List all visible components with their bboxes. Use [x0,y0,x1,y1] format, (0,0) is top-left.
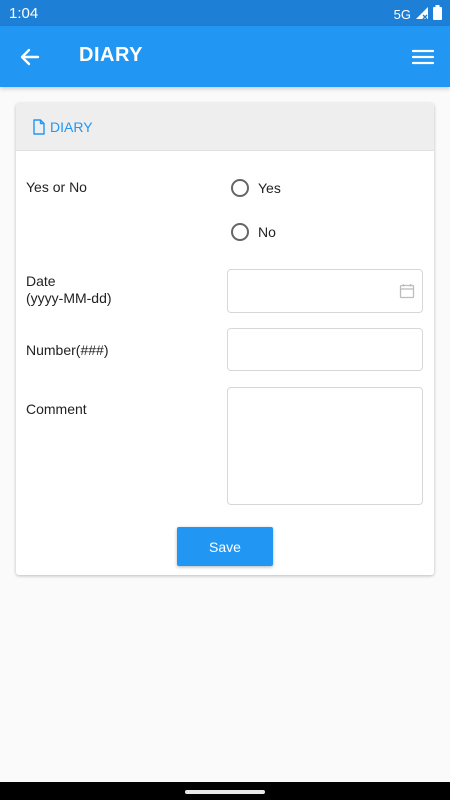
date-label-line1: Date [26,273,56,289]
document-icon [33,118,45,135]
comment-label: Comment [26,401,87,417]
number-field[interactable] [227,328,423,371]
battery-icon [433,5,442,23]
menu-button[interactable] [410,44,436,70]
signal-icon [415,6,429,23]
radio-no[interactable]: No [231,223,276,241]
diary-card: DIARY Yes or No Yes No Date (yyyy-MM-dd)… [16,103,434,575]
app-bar: DIARY [0,26,450,87]
date-field[interactable] [227,269,423,313]
arrow-back-icon [20,48,40,66]
date-label-line2: (yyyy-MM-dd) [26,290,112,306]
comment-textarea[interactable] [227,387,423,505]
card-header: DIARY [16,103,434,151]
radio-circle-icon [231,179,249,197]
page-title: DIARY [79,44,143,66]
date-label: Date (yyyy-MM-dd) [26,273,112,307]
back-button[interactable] [16,43,44,71]
radio-circle-icon [231,223,249,241]
status-time: 1:04 [9,5,39,22]
radio-yes-label: Yes [258,180,281,196]
radio-no-label: No [258,224,276,240]
card-header-title: DIARY [50,118,93,135]
status-bar: 1:04 5G [0,0,450,26]
system-nav-bar [0,782,450,800]
calendar-icon[interactable] [399,283,415,299]
network-type: 5G [393,6,411,22]
status-icons: 5G [394,5,442,23]
save-button[interactable]: Save [177,527,273,566]
hamburger-menu-icon [411,49,435,65]
home-gesture-handle[interactable] [185,790,265,794]
radio-yes[interactable]: Yes [231,179,281,197]
yes-no-label: Yes or No [26,179,87,195]
number-label: Number(###) [26,342,109,358]
